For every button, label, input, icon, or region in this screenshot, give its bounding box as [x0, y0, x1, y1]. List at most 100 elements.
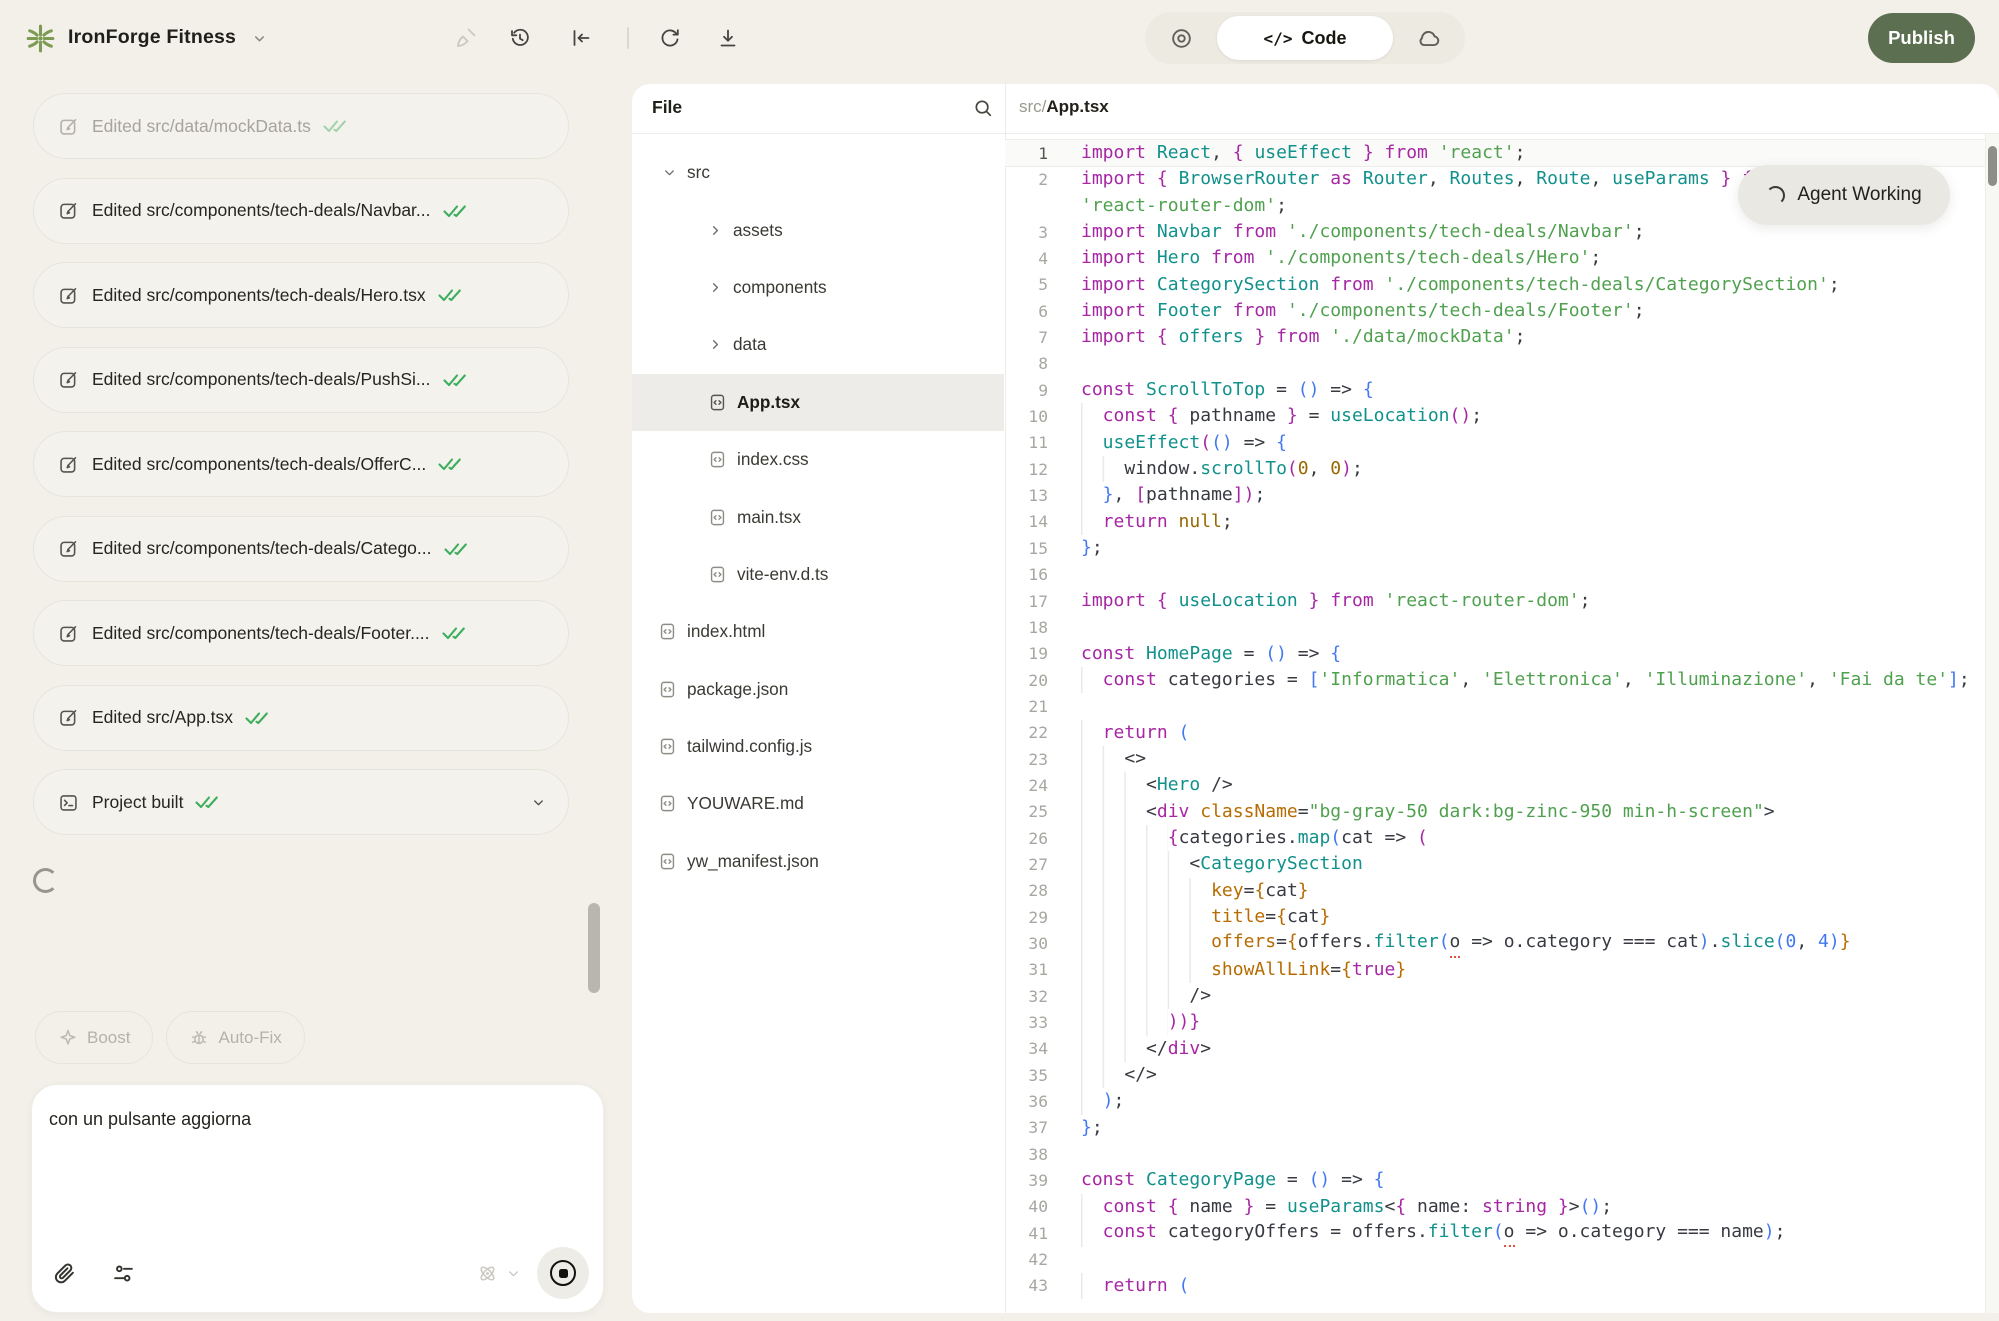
edit-event-card[interactable]: Edited src/data/mockData.ts — [33, 93, 569, 159]
code-line[interactable]: 27<CategorySection — [1005, 851, 1985, 877]
code-line[interactable]: 29title={cat} — [1005, 904, 1985, 930]
code-line[interactable]: 10const { pathname } = useLocation(); — [1005, 403, 1985, 429]
stop-generation-button[interactable] — [537, 1247, 589, 1299]
chat-input[interactable]: con un pulsante aggiorna — [49, 1109, 583, 1130]
code-line[interactable]: 31showAllLink={true} — [1005, 957, 1985, 983]
tree-item-label: vite-env.d.ts — [737, 564, 828, 585]
line-number: 33 — [1005, 1013, 1048, 1032]
edit-event-card[interactable]: Edited src/components/tech-deals/Hero.ts… — [33, 262, 569, 328]
file-tree-item-data[interactable]: data — [632, 316, 1004, 373]
editor-scrollbar-thumb[interactable] — [1988, 146, 1997, 186]
edit-event-card[interactable]: Edited src/components/tech-deals/Navbar.… — [33, 178, 569, 244]
code-line[interactable]: 11useEffect(() => { — [1005, 430, 1985, 456]
autofix-button[interactable]: Auto-Fix — [166, 1011, 304, 1064]
double-check-icon — [443, 372, 469, 388]
line-number: 35 — [1005, 1066, 1048, 1085]
code-line[interactable]: 16 — [1005, 562, 1985, 588]
code-line[interactable]: 30offers={offers.filter(o => o.category … — [1005, 930, 1985, 956]
build-event-card[interactable]: Project built — [33, 769, 569, 835]
code-line[interactable]: 33))} — [1005, 1009, 1985, 1035]
code-line[interactable]: 39const CategoryPage = () => { — [1005, 1167, 1985, 1193]
code-line[interactable]: 14return null; — [1005, 509, 1985, 535]
deploy-tab[interactable] — [1393, 12, 1465, 64]
line-number: 41 — [1005, 1224, 1048, 1243]
code-line[interactable]: 4import Hero from './components/tech-dea… — [1005, 245, 1985, 271]
file-tree-item-assets[interactable]: assets — [632, 201, 1004, 258]
code-line[interactable]: 23<> — [1005, 746, 1985, 772]
code-line[interactable]: 38 — [1005, 1141, 1985, 1167]
refresh-icon[interactable] — [658, 26, 682, 50]
editor-scrollbar-track[interactable] — [1985, 134, 1999, 1313]
code-line[interactable]: 12window.scrollTo(0, 0); — [1005, 456, 1985, 482]
code-line[interactable]: 34</div> — [1005, 1036, 1985, 1062]
code-line[interactable]: 43return ( — [1005, 1273, 1985, 1299]
code-line[interactable]: 18 — [1005, 614, 1985, 640]
code-line[interactable]: 20const categories = ['Informatica', 'El… — [1005, 667, 1985, 693]
eye-icon — [1169, 26, 1194, 51]
code-content[interactable]: 1import React, { useEffect } from 'react… — [1005, 140, 1985, 1299]
line-number: 20 — [1005, 671, 1048, 690]
attach-button[interactable] — [52, 1261, 77, 1286]
code-line[interactable]: 6import Footer from './components/tech-d… — [1005, 298, 1985, 324]
code-tab[interactable]: </> Code — [1217, 16, 1393, 60]
code-line[interactable]: 40const { name } = useParams<{ name: str… — [1005, 1194, 1985, 1220]
line-number: 15 — [1005, 539, 1048, 558]
file-tree-item-src[interactable]: src — [632, 144, 1004, 201]
file-search-button[interactable] — [972, 97, 994, 119]
boost-label: Boost — [87, 1028, 130, 1048]
cleanup-brush-icon[interactable] — [454, 26, 478, 50]
code-line[interactable]: 9const ScrollToTop = () => { — [1005, 377, 1985, 403]
code-line[interactable]: 37}; — [1005, 1115, 1985, 1141]
sidebar-scrollbar[interactable] — [588, 903, 600, 993]
download-icon[interactable] — [716, 26, 740, 50]
tree-item-label: index.css — [737, 449, 809, 470]
terminal-icon — [58, 792, 79, 813]
edit-event-card[interactable]: Edited src/components/tech-deals/Footer.… — [33, 600, 569, 666]
code-line[interactable]: 21 — [1005, 693, 1985, 719]
sparkle-icon — [58, 1028, 78, 1048]
file-tree-item-main.tsx[interactable]: main.tsx — [632, 488, 1004, 545]
skip-to-start-icon[interactable] — [569, 26, 593, 50]
model-selector[interactable] — [476, 1262, 521, 1285]
publish-button[interactable]: Publish — [1868, 13, 1975, 63]
code-line[interactable]: 35</> — [1005, 1062, 1985, 1088]
boost-button[interactable]: Boost — [35, 1011, 153, 1064]
code-line[interactable]: 41const categoryOffers = offers.filter(o… — [1005, 1220, 1985, 1246]
file-tree-item-components[interactable]: components — [632, 259, 1004, 316]
chat-settings-button[interactable] — [111, 1261, 136, 1286]
project-chevron-icon[interactable] — [252, 31, 267, 46]
file-tree-item-yw_manifest.json[interactable]: yw_manifest.json — [632, 833, 1004, 890]
edit-event-card[interactable]: Edited src/components/tech-deals/PushSi.… — [33, 347, 569, 413]
edit-event-card[interactable]: Edited src/components/tech-deals/OfferC.… — [33, 431, 569, 497]
file-tree-item-index.css[interactable]: index.css — [632, 431, 1004, 488]
code-line[interactable]: 1import React, { useEffect } from 'react… — [1005, 140, 1985, 166]
code-line[interactable]: 22return ( — [1005, 720, 1985, 746]
code-line[interactable]: 17import { useLocation } from 'react-rou… — [1005, 588, 1985, 614]
code-line[interactable]: 26{categories.map(cat => ( — [1005, 825, 1985, 851]
file-tree-item-app.tsx[interactable]: App.tsx — [632, 374, 1004, 431]
code-line[interactable]: 5import CategorySection from './componen… — [1005, 272, 1985, 298]
code-line[interactable]: 13}, [pathname]); — [1005, 482, 1985, 508]
code-line[interactable]: 42 — [1005, 1246, 1985, 1272]
edit-event-card[interactable]: Edited src/components/tech-deals/Catego.… — [33, 516, 569, 582]
code-line[interactable]: 15}; — [1005, 535, 1985, 561]
code-line[interactable]: 32/> — [1005, 983, 1985, 1009]
preview-tab[interactable] — [1145, 12, 1217, 64]
file-tree-item-index.html[interactable]: index.html — [632, 603, 1004, 660]
file-tree-item-vite-env.d.ts[interactable]: vite-env.d.ts — [632, 546, 1004, 603]
file-tree-item-youware.md[interactable]: YOUWARE.md — [632, 775, 1004, 832]
code-line[interactable]: 24<Hero /> — [1005, 772, 1985, 798]
code-line[interactable]: 8 — [1005, 351, 1985, 377]
code-line[interactable]: 28key={cat} — [1005, 878, 1985, 904]
history-icon[interactable] — [508, 26, 532, 50]
edit-event-card[interactable]: Edited src/App.tsx — [33, 685, 569, 751]
code-line[interactable]: 19const HomePage = () => { — [1005, 641, 1985, 667]
code-line[interactable]: 36); — [1005, 1088, 1985, 1114]
edit-file-icon — [58, 707, 79, 728]
code-line[interactable]: 7import { offers } from './data/mockData… — [1005, 324, 1985, 350]
project-name[interactable]: IronForge Fitness — [68, 26, 236, 49]
line-number: 11 — [1005, 433, 1048, 452]
code-line[interactable]: 25<div className="bg-gray-50 dark:bg-zin… — [1005, 799, 1985, 825]
file-tree-item-tailwind.config.js[interactable]: tailwind.config.js — [632, 718, 1004, 775]
file-tree-item-package.json[interactable]: package.json — [632, 661, 1004, 718]
